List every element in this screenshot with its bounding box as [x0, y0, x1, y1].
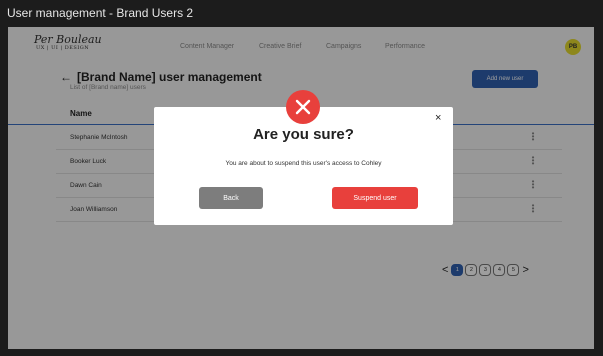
- browser-window: User management - Brand Users 2 Per Boul…: [0, 0, 603, 356]
- dialog-message: You are about to suspend this user's acc…: [225, 160, 382, 167]
- confirm-dialog: × Are you sure? You are about to suspend…: [154, 107, 453, 225]
- suspend-user-button[interactable]: Suspend user: [332, 187, 418, 209]
- close-icon[interactable]: ×: [435, 113, 441, 124]
- window-title: User management - Brand Users 2: [7, 6, 194, 20]
- close-circle-icon: [286, 90, 320, 124]
- dialog-title: Are you sure?: [253, 126, 354, 143]
- back-button[interactable]: Back: [199, 187, 263, 209]
- app-page: Per Bouleau UX | UI | DESIGN Content Man…: [8, 27, 594, 349]
